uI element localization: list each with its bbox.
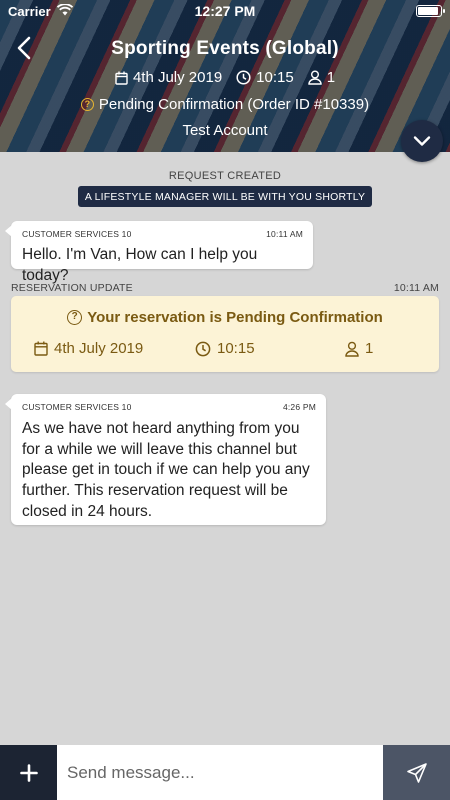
battery-icon (416, 5, 445, 17)
header-meta: 4th July 2019 10:15 1 (0, 69, 450, 86)
send-icon (406, 762, 427, 783)
chat-message: CUSTOMER SERVICES 10 10:11 AM Hello. I'm… (5, 221, 313, 284)
pending-status: ? Pending Confirmation (Order ID #10339) (0, 96, 450, 113)
person-icon (308, 70, 322, 85)
message-input[interactable] (57, 745, 383, 800)
reservation-time: 10:15 (217, 340, 255, 357)
reservation-card: ? Your reservation is Pending Confirmati… (11, 296, 439, 372)
reservation-guests: 1 (365, 340, 374, 357)
reservation-status-title: Your reservation is Pending Confirmation (87, 309, 383, 326)
request-created-label: REQUEST CREATED (168, 170, 282, 182)
account-name: Test Account (182, 122, 268, 139)
status-bar: Carrier 12:27 PM (0, 0, 450, 22)
message-composer (0, 745, 450, 800)
clock-icon (195, 341, 211, 356)
reservation-update-time: 10:11 AM (393, 282, 439, 294)
header: Carrier 12:27 PM Sporting Events (Global… (0, 0, 450, 152)
chevron-down-icon (413, 136, 431, 146)
calendar-icon (115, 71, 128, 85)
collapse-header-button[interactable] (401, 120, 443, 162)
reservation-date: 4th July 2019 (54, 340, 144, 357)
reservation-update-label: RESERVATION UPDATE (11, 282, 133, 294)
message-text: As we have not heard anything from you f… (22, 420, 310, 520)
reservation-update-header: RESERVATION UPDATE 10:11 AM (11, 282, 439, 294)
chat-message: CUSTOMER SERVICES 10 4:26 PM As we have … (5, 394, 326, 525)
person-icon (345, 341, 359, 357)
header-date: 4th July 2019 (132, 69, 223, 86)
message-time: 4:26 PM (282, 402, 316, 412)
message-sender: CUSTOMER SERVICES 10 (22, 402, 132, 412)
page-title: Sporting Events (Global) (111, 38, 339, 59)
add-attachment-button[interactable] (0, 745, 57, 800)
question-icon: ? (80, 98, 94, 111)
lifestyle-manager-notice: A LIFESTYLE MANAGER WILL BE WITH YOU SHO… (78, 186, 372, 207)
send-button[interactable] (383, 745, 450, 800)
header-time: 10:15 (256, 69, 294, 86)
status-time: 12:27 PM (194, 3, 256, 19)
clock-icon (236, 70, 251, 85)
plus-icon (19, 763, 38, 782)
pending-status-text: Pending Confirmation (Order ID #10339) (98, 96, 370, 113)
message-sender: CUSTOMER SERVICES 10 (22, 229, 132, 239)
calendar-icon (34, 341, 48, 356)
message-time: 10:11 AM (266, 229, 303, 239)
header-guests: 1 (326, 69, 336, 86)
question-icon: ? (67, 310, 83, 325)
